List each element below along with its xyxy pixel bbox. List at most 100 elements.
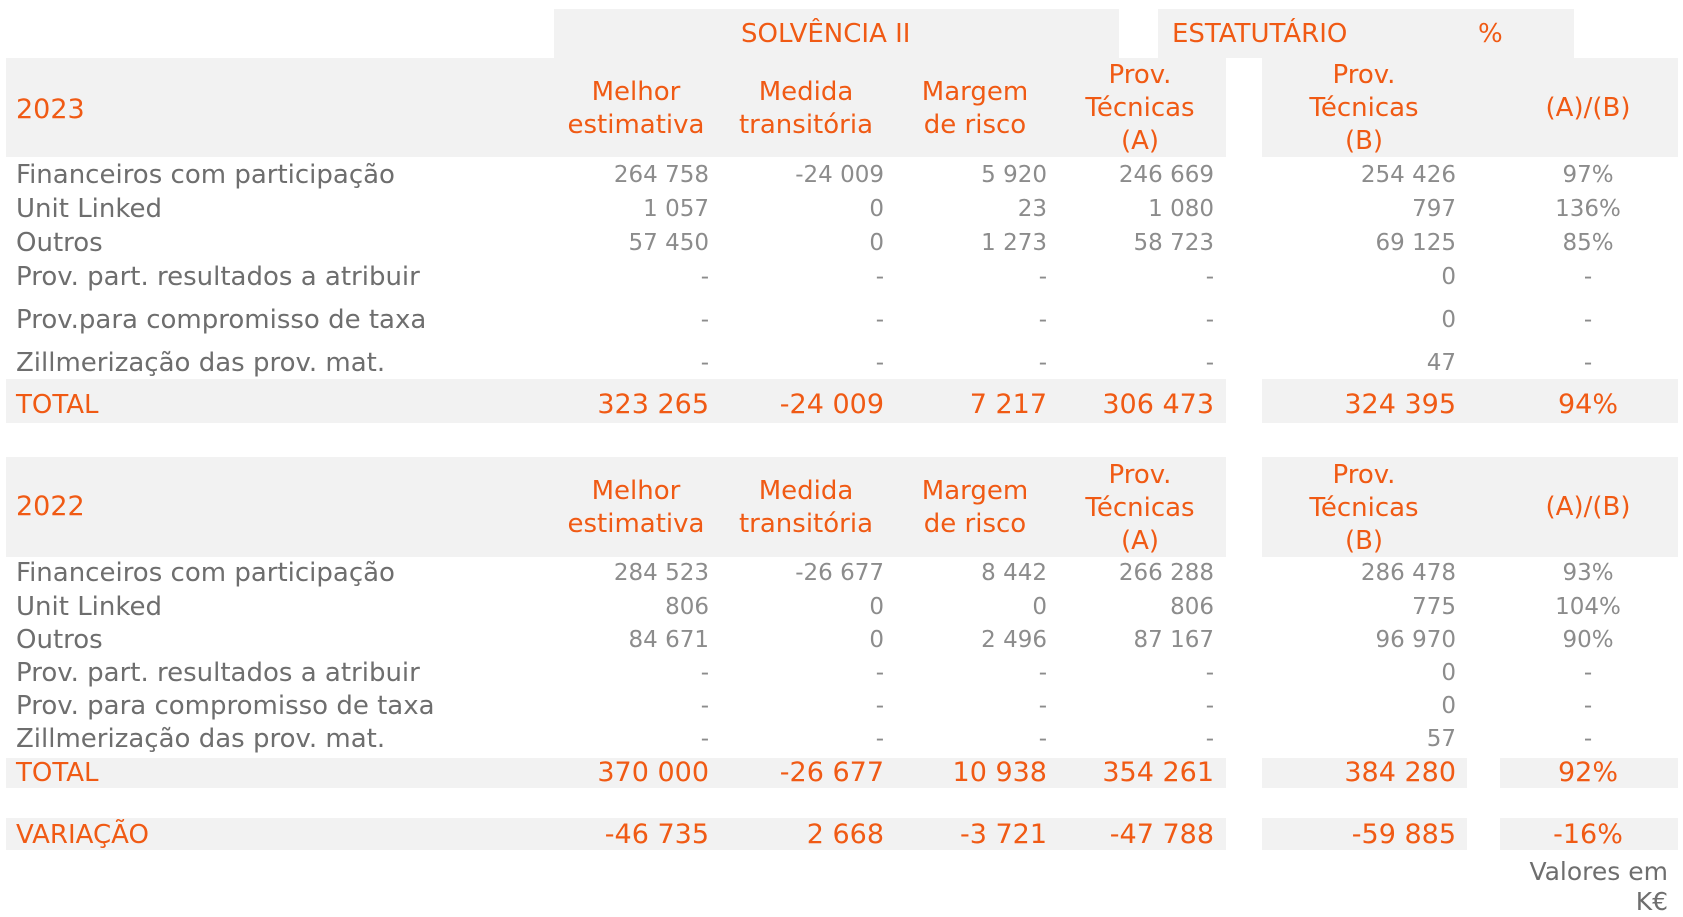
table-cell: 0 (1441, 264, 1456, 290)
percent-title: % (1478, 19, 1503, 49)
table-cell: 104% (1555, 594, 1621, 620)
table-cell: - (1205, 693, 1214, 719)
row-label: Prov.para compromisso de taxa (16, 305, 427, 335)
section-year: 2022 (16, 491, 85, 522)
total-cell: 94% (1557, 389, 1618, 420)
column-header-provB-line: Prov. (1332, 459, 1396, 490)
row-label: Prov. part. resultados a atribuir (16, 262, 420, 292)
table-cell: 84 671 (628, 627, 709, 653)
table-cell: 254 426 (1360, 162, 1456, 188)
total-cell: 324 395 (1344, 389, 1456, 420)
row-label: Zillmerização das prov. mat. (16, 348, 386, 378)
column-header-provA-line: (A) (1120, 525, 1160, 556)
table-cell: - (875, 264, 884, 290)
column-header-provB-line: Prov. (1332, 60, 1396, 90)
column-header-ratio: (A)/(B) (1545, 492, 1631, 522)
table-cell: - (1038, 726, 1047, 752)
table-cell: 57 450 (628, 230, 709, 256)
variacao-cell: -16% (1553, 819, 1623, 850)
table-cell: 90% (1562, 627, 1614, 653)
total-label: TOTAL (16, 390, 99, 420)
table-cell: - (1038, 660, 1047, 686)
table-cell: 266 288 (1118, 560, 1214, 586)
table-cell: 264 758 (613, 162, 709, 188)
table-cell: 806 (1170, 594, 1214, 620)
table-cell: - (1038, 307, 1047, 333)
column-header-provB: Prov. Técnicas (B) (1264, 59, 1464, 158)
variacao-cell: -47 788 (1109, 819, 1214, 850)
table-cell: 47 (1426, 350, 1456, 376)
table-cell: 806 (665, 594, 709, 620)
table-cell: - (875, 726, 884, 752)
table-cell: - (700, 726, 709, 752)
row-label: Outros (16, 228, 103, 258)
table-cell: - (700, 307, 709, 333)
table-cell: 96 970 (1375, 627, 1456, 653)
column-header-provA-line: Técnicas (1085, 492, 1195, 523)
table-cell: - (1038, 693, 1047, 719)
estatutario-title: ESTATUTÁRIO (1172, 19, 1348, 49)
table-cell: - (700, 660, 709, 686)
table-cell: - (1205, 726, 1214, 752)
table-cell: 57 (1426, 726, 1456, 752)
table-cell: - (1583, 350, 1593, 376)
table-cell: 797 (1412, 196, 1456, 222)
table-cell: - (1205, 350, 1214, 376)
table-cell: 97% (1562, 162, 1614, 188)
table-cell: 246 669 (1118, 162, 1214, 188)
row-label: Outros (16, 625, 103, 655)
total-cell: 354 261 (1102, 757, 1214, 788)
column-header-provB: Prov. Técnicas (B) (1264, 459, 1464, 558)
table-cell: - (1205, 264, 1214, 290)
table-cell: - (875, 660, 884, 686)
table-cell: 85% (1562, 230, 1614, 256)
total-cell: 384 280 (1344, 757, 1456, 788)
table-cell: 1 057 (643, 196, 709, 222)
table-cell: 0 (1441, 660, 1456, 686)
table-cell: 0 (1441, 307, 1456, 333)
table-cell: - (700, 693, 709, 719)
row-label: Prov. part. resultados a atribuir (16, 658, 420, 688)
footnote-line-1: Valores em (1529, 857, 1668, 886)
table-cell: - (700, 350, 709, 376)
column-header-provB-line: Técnicas (1309, 93, 1419, 123)
solvencia-title: SOLVÊNCIA II (741, 19, 911, 49)
table-cell: 0 (1441, 693, 1456, 719)
total-cell: 306 473 (1102, 389, 1214, 420)
variacao-label: VARIAÇÃO (16, 820, 149, 850)
total-cell: 92% (1557, 757, 1618, 788)
table-cell: 58 723 (1133, 230, 1214, 256)
variacao-cell: -59 885 (1351, 819, 1456, 850)
column-header-provA: Prov. Técnicas (A) (1040, 459, 1240, 558)
row-label: Unit Linked (16, 194, 163, 224)
table-cell: 775 (1412, 594, 1456, 620)
table-cell: - (1205, 307, 1214, 333)
footnote: Valores em K€ (1500, 857, 1668, 917)
column-header-provB-line: Técnicas (1309, 492, 1419, 523)
section-year: 2023 (16, 94, 85, 125)
column-header-provA-line: (A) (1120, 126, 1160, 156)
column-header-provA-line: Prov. (1108, 60, 1172, 90)
footnote-line-2: K€ (1635, 887, 1668, 916)
row-label: Zillmerização das prov. mat. (16, 724, 386, 754)
table-cell: - (1583, 307, 1593, 333)
table-cell: - (1583, 264, 1593, 290)
column-header-provA: Prov. Técnicas (A) (1040, 59, 1240, 158)
row-label: Financeiros com participação (16, 160, 395, 190)
table-cell: 286 478 (1360, 560, 1456, 586)
table-cell: 284 523 (613, 560, 709, 586)
table-cell: - (1583, 693, 1593, 719)
row-label: Financeiros com participação (16, 558, 395, 588)
table-cell: - (875, 350, 884, 376)
column-header-provA-line: Técnicas (1085, 93, 1195, 123)
row-label: Prov. para compromisso de taxa (16, 691, 435, 721)
table-cell: - (1038, 264, 1047, 290)
table-cell: 87 167 (1133, 627, 1214, 653)
table-cell: - (1583, 726, 1593, 752)
column-header-provB-line: (B) (1344, 525, 1384, 556)
table-cell: - (875, 307, 884, 333)
column-header-provA-line: Prov. (1108, 459, 1172, 490)
table-cell: 136% (1555, 196, 1621, 222)
table-cell: - (1205, 660, 1214, 686)
table-cell: 93% (1562, 560, 1614, 586)
